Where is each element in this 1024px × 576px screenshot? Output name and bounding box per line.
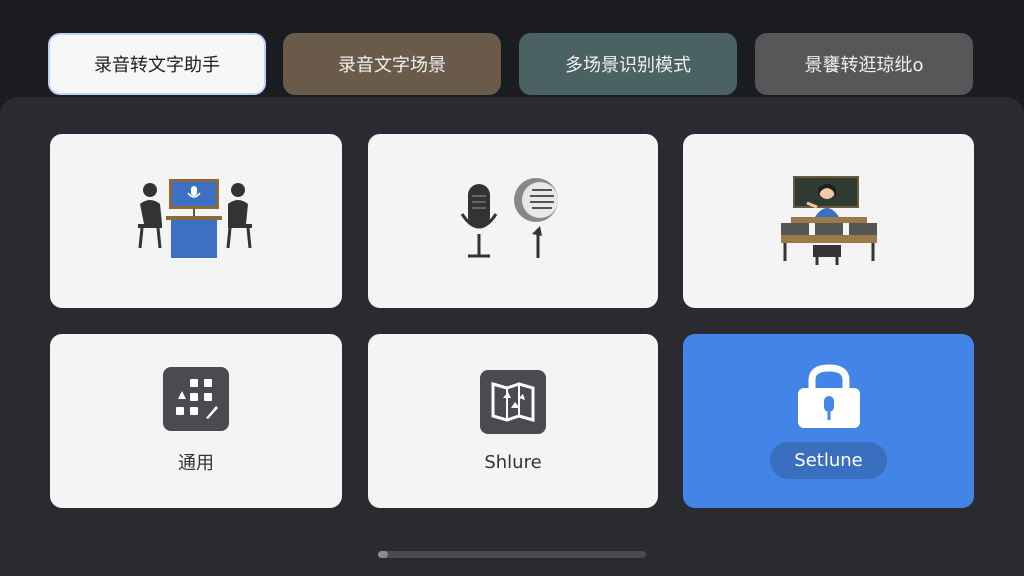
scene-card-share[interactable]: Shlure	[368, 334, 658, 508]
scene-card-meeting[interactable]	[50, 134, 342, 308]
selected-card-label: Setlune	[770, 441, 887, 479]
lock-mic-icon	[797, 363, 860, 428]
microphone-icon	[460, 178, 558, 258]
scene-card-classroom[interactable]	[683, 134, 974, 308]
grid-apps-icon	[163, 367, 229, 431]
scene-card-selected[interactable]: Setlune	[683, 334, 974, 508]
scene-card-general[interactable]: 通用	[50, 334, 342, 508]
tab-recording-text-scene[interactable]: 录音文字场景	[283, 33, 501, 95]
scene-card-microphone[interactable]	[368, 134, 658, 308]
card-label: Shlure	[484, 451, 542, 473]
tab-fourth[interactable]: 景饔转逛琼纰o	[755, 33, 973, 95]
tab-label: 多场景识别模式	[565, 55, 691, 76]
card-label: 通用	[178, 453, 214, 474]
horizontal-scrollbar[interactable]	[378, 551, 646, 558]
tab-multi-scene-recognition[interactable]: 多场景识别模式	[519, 33, 737, 95]
tab-label: 录音转文字助手	[94, 55, 220, 76]
scrollbar-thumb[interactable]	[378, 551, 388, 558]
classroom-icon	[780, 176, 877, 265]
map-share-icon	[480, 369, 546, 434]
tab-label: 录音文字场景	[338, 55, 446, 76]
tab-label: 景饔转逛琼纰o	[804, 55, 924, 76]
scene-tab-bar: 录音转文字助手 录音文字场景 多场景识别模式 景饔转逛琼纰o	[48, 33, 974, 97]
tab-recording-to-text-assistant[interactable]: 录音转文字助手	[48, 33, 266, 95]
meeting-icon	[138, 179, 252, 258]
